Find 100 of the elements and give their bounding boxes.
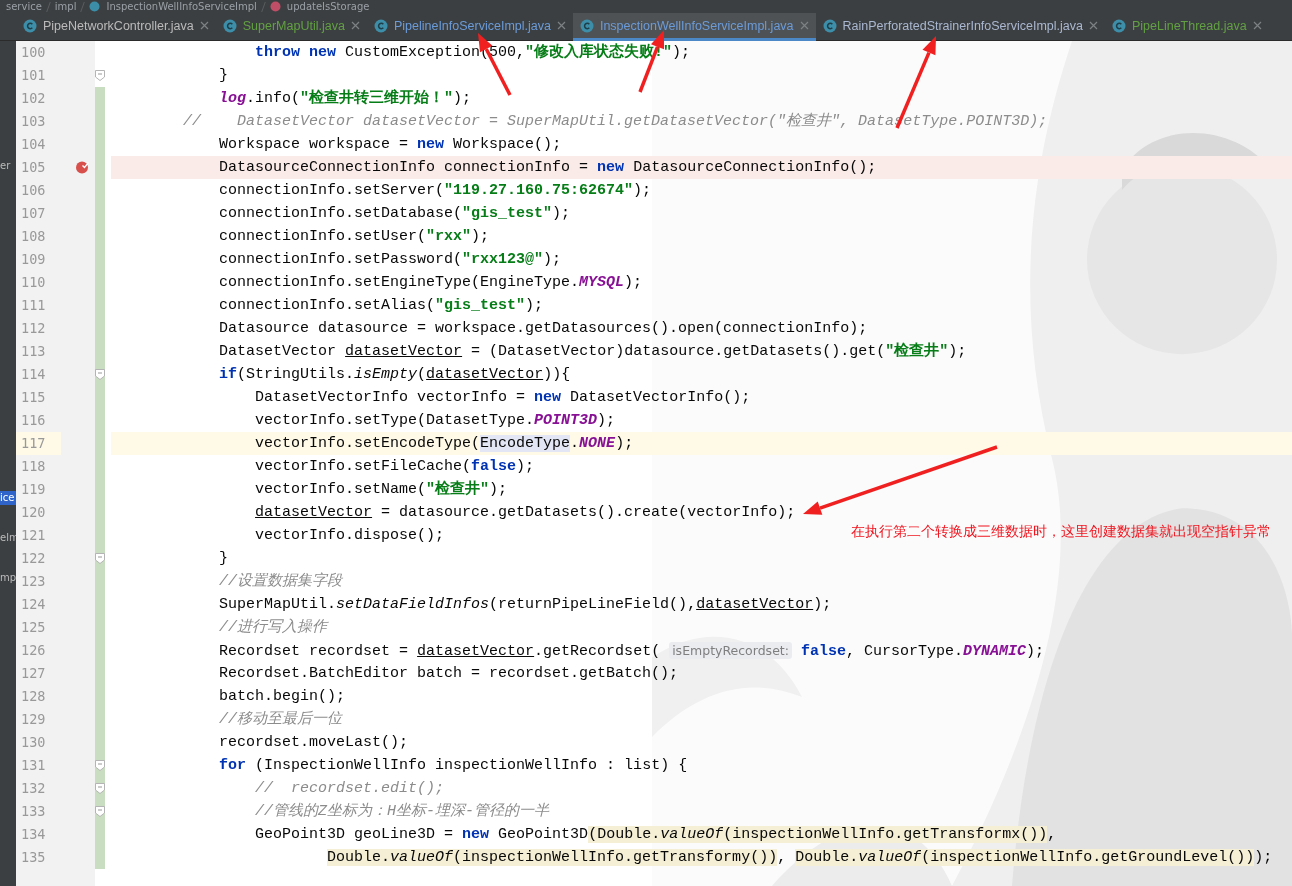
code-line: DatasetVector datasetVector = (DatasetVector)datasource.getDatasets().get("检查井"); (218, 341, 967, 362)
code-line: DatasetVectorInfo vectorInfo = new DatasetVectorInfo(); (254, 388, 751, 408)
line-number: 101 (20, 66, 47, 85)
fold-icon[interactable] (95, 760, 105, 771)
code-line: vectorInfo.setType(DatasetType.POINT3D); (254, 411, 616, 431)
close-icon[interactable] (199, 21, 209, 30)
code-line: if(StringUtils.isEmpty(datasetVector)){ (218, 365, 571, 385)
breadcrumb-item[interactable]: service (6, 0, 42, 13)
line-number: 133 (20, 802, 47, 821)
fold-icon[interactable] (95, 70, 105, 81)
breadcrumb-item[interactable]: updateIsStorage (286, 0, 370, 13)
editor-tab[interactable]: PipelineInfoServiceImpl.java (366, 13, 573, 41)
code-line: connectionInfo.setDatabase("gis_test"); (218, 204, 571, 224)
line-number: 117 (16, 432, 61, 455)
code-line: Datasource datasource = workspace.getDatasources().open(connectionInfo); (218, 319, 868, 339)
line-number: 131 (20, 756, 47, 775)
close-icon[interactable] (350, 21, 360, 30)
code-line: SuperMapUtil.setDataFieldInfos(returnPipeLineField(),datasetVector); (218, 595, 832, 615)
line-number: 113 (20, 342, 47, 361)
class-file-icon (822, 18, 837, 33)
code-line: vectorInfo.dispose(); (254, 526, 445, 546)
fold-icon[interactable] (95, 369, 105, 380)
code-line: connectionInfo.setPassword("rxx123@"); (218, 250, 562, 270)
line-number: 129 (20, 710, 47, 729)
line-number: 124 (20, 595, 47, 614)
close-icon[interactable] (799, 21, 809, 30)
editor-tab[interactable]: PipeLineThread.java (1104, 13, 1269, 41)
editor-tab[interactable]: SuperMapUtil.java (215, 13, 367, 41)
project-panel-label[interactable]: mp (0, 571, 16, 585)
class-icon (89, 1, 101, 12)
line-number: 109 (20, 250, 47, 269)
line-number: 130 (20, 733, 47, 752)
class-file-icon (579, 18, 594, 33)
line-number: 121 (20, 526, 47, 545)
code-line: Recordset recordset = datasetVector.getRecordset( isEmptyRecordset: false, CursorType.DYNAMIC); (218, 641, 1045, 662)
line-number: 116 (20, 411, 47, 430)
breakpoint-icon[interactable] (75, 160, 89, 174)
code-line: connectionInfo.setAlias("gis_test"); (218, 296, 544, 316)
line-number: 105 (20, 158, 47, 177)
breadcrumb-item[interactable]: InspectionWellInfoServiceImpl (106, 0, 257, 13)
close-icon[interactable] (1088, 21, 1098, 30)
line-number: 104 (20, 135, 47, 154)
line-number: 127 (20, 664, 47, 683)
project-panel-label[interactable]: er (0, 159, 16, 173)
line-number: 132 (20, 779, 47, 798)
fold-icon[interactable] (95, 553, 105, 564)
close-icon[interactable] (1252, 21, 1262, 30)
class-file-icon (23, 18, 37, 33)
line-number: 135 (20, 848, 47, 867)
code-line: for (InspectionWellInfo inspectionWellInfo : list) { (218, 756, 688, 776)
code-line: // recordset.edit(); (254, 779, 445, 799)
code-line: connectionInfo.setEngineType(EngineType.MYSQL); (218, 273, 643, 293)
line-number: 118 (20, 457, 47, 476)
line-number: 106 (20, 181, 47, 200)
code-line: recordset.moveLast(); (218, 733, 409, 753)
editor-tab[interactable]: PipeNetworkController.java (16, 13, 216, 41)
editor-tab[interactable]: RainPerforatedStrainerInfoServiceImpl.java (815, 13, 1105, 41)
code-line: } (218, 66, 229, 86)
method-icon (269, 1, 281, 12)
line-number: 110 (20, 273, 47, 292)
line-number: 120 (20, 503, 47, 522)
line-number: 119 (20, 480, 47, 499)
line-number: 107 (20, 204, 47, 223)
line-number: 115 (20, 388, 47, 407)
class-file-icon (1111, 18, 1126, 33)
line-number: 128 (20, 687, 47, 706)
code-line: vectorInfo.setFileCache(false); (254, 457, 535, 477)
line-number: 125 (20, 618, 47, 637)
code-line: } (218, 549, 229, 569)
editor-tab[interactable]: InspectionWellInfoServiceImpl.java (572, 13, 816, 41)
line-number: 122 (20, 549, 47, 568)
line-number: 126 (20, 641, 47, 660)
code-line: vectorInfo.setName("检查井"); (254, 479, 508, 500)
fold-icon[interactable] (95, 783, 105, 794)
breadcrumb-item[interactable]: impl (54, 0, 77, 13)
code-line: batch.begin(); (218, 687, 346, 707)
class-file-icon (373, 18, 388, 33)
fold-icon[interactable] (95, 806, 105, 817)
close-icon[interactable] (556, 21, 566, 30)
code-line: datasetVector = datasource.getDatasets().create(vectorInfo); (254, 503, 796, 523)
line-number: 102 (20, 89, 47, 108)
line-number: 112 (20, 319, 47, 338)
line-number: 103 (20, 112, 47, 131)
annotation-note: 在执行第二个转换成三维数据时，这里创建数据集就出现空指针异常 (851, 522, 1272, 541)
code-line: //设置数据集字段 (218, 571, 343, 592)
code-line: //移动至最后一位 (218, 709, 343, 730)
code-line: //管线的Z坐标为：H坐标-埋深-管径的一半 (254, 801, 550, 822)
line-number: 114 (20, 365, 47, 384)
code-line: log.info("检查井转三维开始！"); (218, 88, 472, 109)
line-number: 123 (20, 572, 47, 591)
code-line: Recordset.BatchEditor batch = recordset.getBatch(); (218, 664, 679, 684)
line-number: 134 (20, 825, 47, 844)
project-panel-label[interactable]: ice (0, 491, 16, 505)
code-line: //进行写入操作 (218, 617, 328, 638)
code-line: connectionInfo.setServer("119.27.160.75:62674"); (218, 181, 652, 201)
class-file-icon (222, 18, 237, 33)
line-number: 111 (20, 296, 47, 315)
line-number: 100 (20, 43, 47, 62)
code-line: Double.valueOf(inspectionWellInfo.getTransformy()), Double.valueOf(inspectionWellInfo.getGroundLevel())); (326, 848, 1273, 868)
code-line: Workspace workspace = new Workspace(); (218, 135, 562, 155)
